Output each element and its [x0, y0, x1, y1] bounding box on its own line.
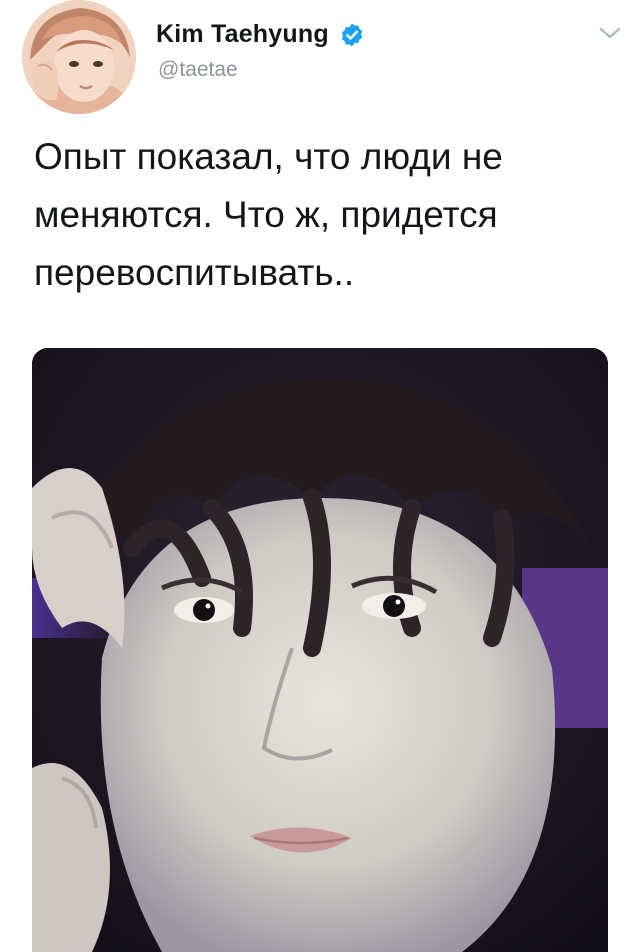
tweet-photo[interactable] — [32, 348, 608, 952]
verified-badge-icon — [339, 22, 365, 48]
tweet-text: Опыт показал, что люди не меняются. Что … — [34, 136, 503, 293]
author-name-row[interactable]: Kim Taehyung — [156, 20, 365, 49]
tweet-card: Kim Taehyung @taetae Опыт показал, что л… — [0, 0, 640, 952]
avatar[interactable] — [22, 0, 136, 114]
author-handle[interactable]: @taetae — [158, 58, 238, 82]
chevron-down-icon[interactable] — [596, 22, 624, 44]
author-display-name[interactable]: Kim Taehyung — [156, 20, 329, 49]
